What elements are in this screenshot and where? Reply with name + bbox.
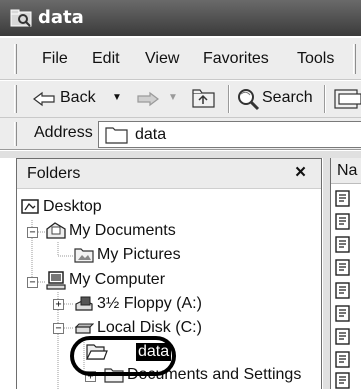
folders-toggle-icon[interactable] [334, 88, 361, 110]
hard-disk-icon [74, 323, 94, 334]
document-icon[interactable] [335, 351, 351, 368]
desktop-icon [21, 199, 39, 214]
tree-label: 3½ Floppy (A:) [97, 295, 202, 312]
tree-item-floppy[interactable]: 3½ Floppy (A:) [74, 294, 234, 316]
collapse-icon[interactable]: − [27, 277, 38, 288]
my-documents-icon [46, 222, 66, 239]
document-icon[interactable] [335, 305, 351, 322]
document-icon[interactable] [335, 259, 351, 276]
highlight-circle [70, 336, 176, 376]
document-icon[interactable] [335, 282, 351, 299]
file-list-pane: Na [330, 158, 361, 389]
tree-item-desktop[interactable]: Desktop [20, 197, 140, 219]
tree-label: Local Disk (C:) [97, 319, 202, 336]
floppy-drive-icon [75, 296, 93, 311]
collapse-icon[interactable]: − [27, 227, 38, 238]
document-icon[interactable] [335, 236, 351, 253]
pane-splitter[interactable] [322, 158, 330, 389]
tree-item-my-pictures[interactable]: My Pictures [74, 245, 214, 267]
document-icon[interactable] [335, 213, 351, 230]
document-icon[interactable] [335, 190, 351, 207]
my-computer-icon [46, 271, 66, 290]
tree-item-my-documents[interactable]: My Documents [46, 221, 206, 243]
tree-label: My Pictures [97, 246, 181, 263]
document-icon[interactable] [335, 328, 351, 345]
tree-item-my-computer[interactable]: My Computer [46, 270, 196, 292]
menu-grip-right [353, 44, 356, 74]
my-pictures-icon [74, 248, 94, 263]
document-icon[interactable] [335, 372, 351, 389]
tree-label: My Computer [69, 271, 166, 288]
tree-label: My Documents [69, 222, 176, 239]
column-header-name[interactable]: Na [331, 158, 361, 184]
expand-icon[interactable]: + [53, 299, 64, 310]
collapse-icon[interactable]: − [53, 323, 64, 334]
tree-label: Desktop [43, 198, 102, 215]
